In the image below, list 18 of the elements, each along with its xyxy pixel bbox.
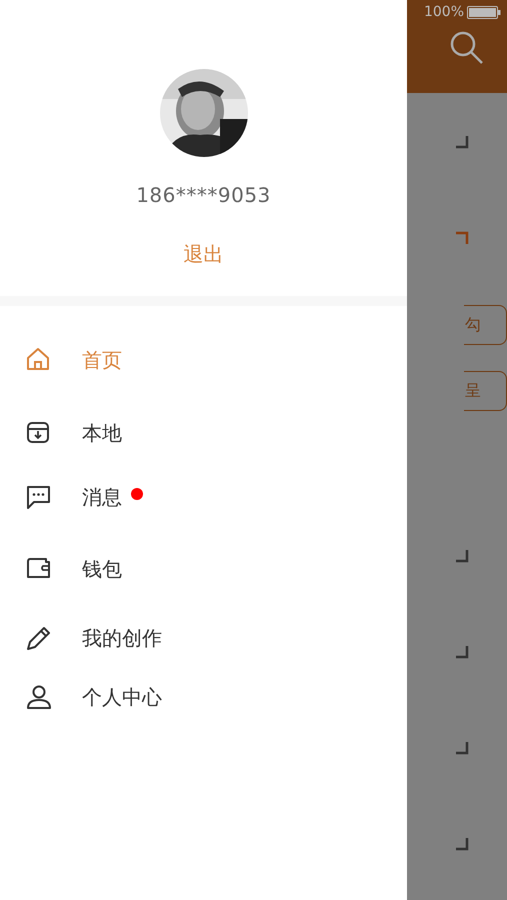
menu-label: 我的创作 [82,624,162,652]
menu-item[interactable]: 本地 [0,417,407,449]
phone-number: 186****9053 [136,183,271,207]
menu-label: 钱包 [82,556,122,582]
pencil-icon [25,624,53,652]
search-icon[interactable] [449,30,485,66]
menu-item[interactable]: 个人中心 [0,681,407,713]
person-icon [25,683,53,711]
chat-icon [25,483,53,511]
menu-label: 本地 [82,420,122,446]
battery-icon [467,6,501,18]
battery-percent: 100% [424,4,464,20]
menu-item[interactable]: 我的创作 [0,622,407,654]
menu-label: 消息 [82,484,122,510]
menu-label: 个人中心 [82,684,162,710]
menu-item[interactable]: 钱包 [0,553,407,585]
menu-item[interactable]: 消息 [0,481,407,513]
menu-label: 首页 [82,346,122,374]
